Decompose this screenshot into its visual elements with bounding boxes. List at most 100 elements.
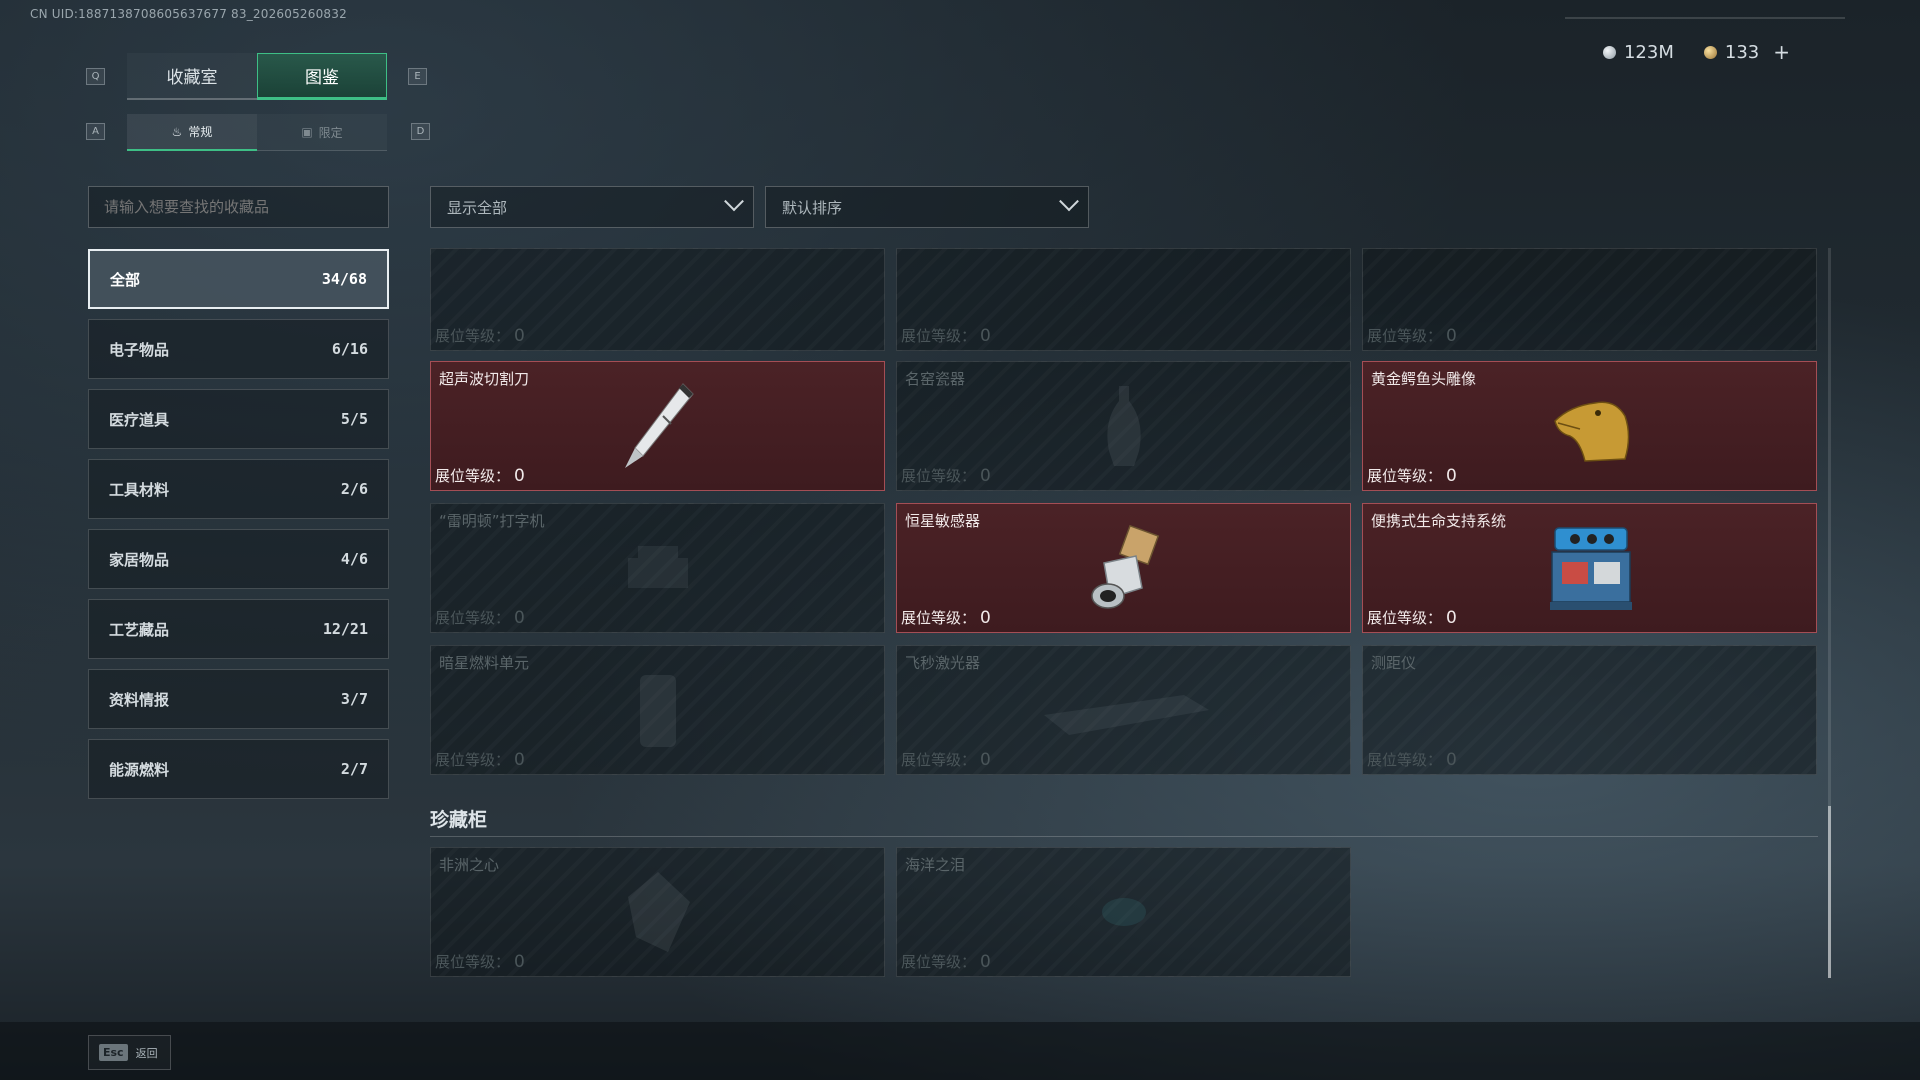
item-card-heart-of-africa[interactable]: 非洲之心 展位等级： 0	[430, 847, 885, 977]
level-value: 0	[1446, 750, 1457, 770]
level-label: 展位等级：	[435, 953, 511, 971]
level-value: 0	[980, 326, 991, 346]
search-input[interactable]	[88, 186, 389, 228]
subtab-limited[interactable]: ▣ 限定	[257, 114, 387, 151]
item-name: 测距仪	[1371, 654, 1417, 672]
category-household[interactable]: 家居物品 4/6	[88, 529, 389, 589]
item-level: 展位等级： 0	[435, 951, 525, 972]
fuel-cell-icon	[639, 675, 676, 747]
chevron-down-icon	[1059, 191, 1079, 212]
back-label: 返回	[135, 1046, 158, 1060]
item-card[interactable]: 展位等级： 0	[896, 248, 1351, 351]
category-medical[interactable]: 医疗道具 5/5	[88, 389, 389, 449]
typewriter-icon	[627, 546, 688, 588]
scrollbar-thumb[interactable]	[1828, 806, 1831, 978]
item-level: 展位等级： 0	[901, 325, 991, 346]
level-value: 0	[514, 466, 525, 486]
item-card[interactable]: 展位等级： 0	[430, 248, 885, 351]
level-label: 展位等级：	[901, 467, 977, 485]
main-tabs: 收藏室 图鉴	[127, 53, 387, 100]
currency-display: 123M 133 +	[1602, 40, 1790, 64]
item-card-tear-of-ocean[interactable]: 海洋之泪 展位等级： 0	[896, 847, 1351, 977]
star-sensor-icon	[1090, 524, 1159, 609]
gold-amount: 133	[1724, 41, 1760, 63]
item-name: 恒星敏感器	[905, 512, 981, 530]
sort-dropdown[interactable]: 默认排序	[765, 186, 1089, 228]
level-value: 0	[514, 750, 525, 770]
level-label: 展位等级：	[435, 327, 511, 345]
category-all[interactable]: 全部 34/68	[88, 249, 389, 309]
item-card[interactable]: 展位等级： 0	[1362, 248, 1817, 351]
back-button[interactable]: Esc 返回	[88, 1035, 171, 1070]
level-label: 展位等级：	[435, 609, 511, 627]
category-count: 2/7	[340, 760, 368, 778]
item-card-famous-porcelain[interactable]: 名窑瓷器 展位等级： 0	[896, 361, 1351, 491]
item-level: 展位等级： 0	[435, 465, 525, 486]
level-label: 展位等级：	[1367, 327, 1443, 345]
item-card-life-support[interactable]: 便携式生命支持系统 展位等级： 0	[1362, 503, 1817, 633]
item-card-dark-star-fuel[interactable]: 暗星燃料单元 展位等级： 0	[430, 645, 885, 775]
category-electronics[interactable]: 电子物品 6/16	[88, 319, 389, 379]
silver-currency: 123M	[1602, 41, 1674, 63]
level-label: 展位等级：	[901, 609, 977, 627]
gold-coin-icon	[1703, 45, 1717, 59]
category-count: 5/5	[340, 410, 368, 428]
category-count: 2/6	[340, 480, 368, 498]
level-label: 展位等级：	[1367, 609, 1443, 627]
level-label: 展位等级：	[901, 327, 977, 345]
category-count: 3/7	[340, 690, 368, 708]
gold-currency: 133 +	[1703, 40, 1790, 64]
category-tools[interactable]: 工具材料 2/6	[88, 459, 389, 519]
item-name: 非洲之心	[439, 856, 500, 874]
bottom-bar	[0, 1022, 1920, 1080]
category-label: 工艺藏品	[109, 620, 170, 639]
item-name: 海洋之泪	[905, 856, 966, 874]
silver-amount: 123M	[1623, 41, 1674, 63]
item-name: 超声波切割刀	[439, 370, 530, 388]
category-label: 医疗道具	[109, 410, 170, 429]
category-energy[interactable]: 能源燃料 2/7	[88, 739, 389, 799]
chevron-down-icon	[724, 191, 744, 212]
level-value: 0	[1446, 466, 1457, 486]
category-count: 12/21	[322, 620, 368, 638]
category-label: 全部	[110, 270, 141, 289]
item-level: 展位等级： 0	[1367, 607, 1457, 628]
tab-collection-room[interactable]: 收藏室	[127, 53, 257, 100]
category-crafts[interactable]: 工艺藏品 12/21	[88, 599, 389, 659]
silver-coin-icon	[1602, 45, 1616, 59]
category-label: 家居物品	[109, 550, 170, 569]
cabinet-section-title: 珍藏柜	[430, 809, 488, 831]
filter-dropdown[interactable]: 显示全部	[430, 186, 754, 228]
top-decor-line	[1565, 17, 1845, 19]
level-value: 0	[514, 952, 525, 972]
item-card-typewriter[interactable]: “雷明顿”打字机 展位等级： 0	[430, 503, 885, 633]
item-name: 黄金鳄鱼头雕像	[1371, 370, 1477, 388]
item-level: 展位等级： 0	[901, 465, 991, 486]
key-hint-prev-subtab: A	[86, 123, 105, 140]
item-level: 展位等级： 0	[435, 607, 525, 628]
level-value: 0	[980, 952, 991, 972]
sort-dropdown-value: 默认排序	[782, 198, 843, 217]
subtab-regular[interactable]: ♨ 常规	[127, 114, 257, 151]
uid-text: CN UID:1887138708605637677 83_2026052608…	[30, 7, 347, 21]
item-card-star-sensor[interactable]: 恒星敏感器 展位等级： 0	[896, 503, 1351, 633]
item-card-ultrasonic-knife[interactable]: 超声波切割刀 展位等级： 0	[430, 361, 885, 491]
category-label: 能源燃料	[109, 760, 170, 779]
item-name: 飞秒激光器	[905, 654, 981, 672]
life-support-icon	[1549, 527, 1632, 610]
item-level: 展位等级： 0	[1367, 749, 1457, 770]
item-card-rangefinder[interactable]: 测距仪 展位等级： 0	[1362, 645, 1817, 775]
level-label: 展位等级：	[1367, 751, 1443, 769]
category-label: 电子物品	[109, 340, 170, 359]
item-card-gold-croc-statue[interactable]: 黄金鳄鱼头雕像 展位等级： 0	[1362, 361, 1817, 491]
frame-icon: ▣	[301, 125, 313, 139]
item-card-femtosecond-laser[interactable]: 飞秒激光器 展位等级： 0	[896, 645, 1351, 775]
add-currency-button[interactable]: +	[1773, 40, 1790, 64]
tab-catalog[interactable]: 图鉴	[257, 53, 387, 100]
key-hint-prev-tab: Q	[86, 68, 105, 85]
item-level: 展位等级： 0	[1367, 325, 1457, 346]
subtab-limited-label: 限定	[318, 125, 343, 140]
knife-icon	[624, 383, 694, 468]
category-intel[interactable]: 资料情报 3/7	[88, 669, 389, 729]
level-value: 0	[980, 750, 991, 770]
